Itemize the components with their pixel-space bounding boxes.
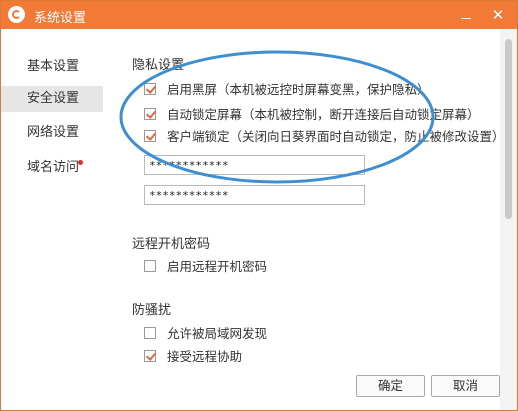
- sidebar-item-label: 网络设置: [27, 125, 80, 140]
- window-title: 系统设置: [34, 11, 87, 26]
- sidebar-item-network[interactable]: 网络设置: [1, 120, 103, 146]
- sidebar-item-label: 安全设置: [27, 91, 80, 106]
- notification-dot-icon: [78, 160, 83, 165]
- sidebar-item-label: 基本设置: [27, 59, 80, 74]
- checkbox-checked-icon: [144, 130, 156, 142]
- remote-boot-section-title: 远程开机密码: [132, 237, 211, 252]
- checkbox-checked-icon: [144, 350, 156, 362]
- cancel-button[interactable]: 取消: [431, 375, 500, 397]
- settings-content: 隐私设置 启用黑屏（本机被远控时屏幕变黑，保护隐私） 自动锁定屏幕（本机被控制，…: [104, 29, 505, 410]
- minimize-button[interactable]: [456, 6, 476, 24]
- vertical-scrollbar[interactable]: [500, 29, 517, 410]
- sidebar-item-basic[interactable]: 基本设置: [1, 54, 103, 80]
- checkbox-checked-icon: [144, 108, 156, 120]
- settings-window: 系统设置 ✕ 基本设置 安全设置 网络设置 域名访问 隐私设置 启用黑屏（本机被…: [0, 0, 518, 411]
- sidebar-item-security[interactable]: 安全设置: [1, 86, 103, 112]
- close-icon: ✕: [491, 6, 505, 24]
- anti-harass-section-title: 防骚扰: [132, 303, 172, 318]
- privacy-section-title: 隐私设置: [132, 58, 185, 73]
- lock-password-confirm-field[interactable]: [144, 185, 365, 205]
- ok-button[interactable]: 确定: [356, 375, 425, 397]
- title-bar[interactable]: 系统设置 ✕: [1, 1, 517, 29]
- checkbox-checked-icon: [144, 83, 156, 95]
- sidebar: 基本设置 安全设置 网络设置 域名访问: [1, 29, 103, 410]
- app-logo-icon: [8, 6, 25, 23]
- sidebar-item-domain-access[interactable]: 域名访问: [1, 155, 103, 181]
- close-button[interactable]: ✕: [488, 6, 508, 24]
- scrollbar-thumb[interactable]: [505, 39, 512, 219]
- checkbox-unchecked-icon: [144, 327, 156, 339]
- lock-password-field[interactable]: [144, 155, 365, 175]
- sidebar-item-label: 域名访问: [27, 160, 80, 175]
- checkbox-unchecked-icon: [144, 260, 156, 272]
